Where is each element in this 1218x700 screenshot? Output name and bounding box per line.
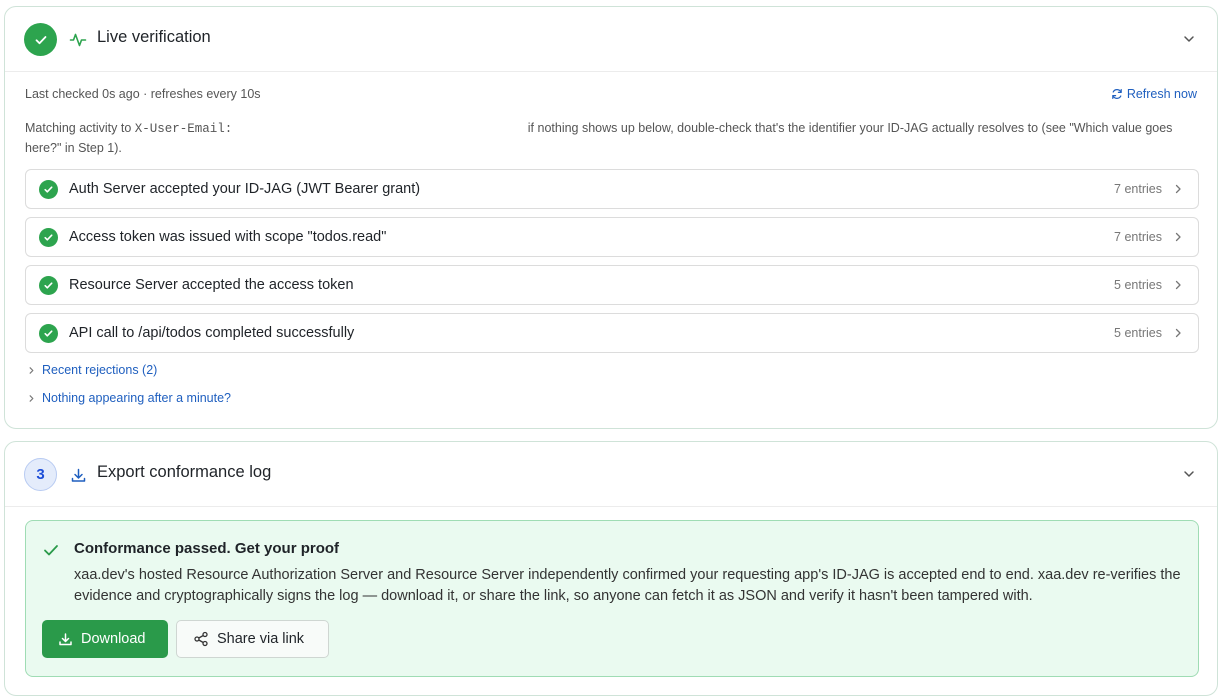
chevron-right-icon — [1175, 280, 1181, 290]
check-label: Access token was issued with scope "todo… — [69, 229, 387, 245]
nothing-appearing-label: Nothing appearing after a minute? — [42, 391, 232, 405]
share-icon — [194, 631, 208, 647]
matching-activity-text: Matching activity to X-User-Email: if no… — [25, 119, 1199, 158]
refresh-now-link[interactable]: Refresh now — [1111, 87, 1197, 101]
check-icon — [35, 35, 46, 44]
chevron-right-icon — [1175, 232, 1181, 242]
entry-count: 5 entries — [1114, 326, 1162, 340]
chevron-down-icon[interactable] — [1181, 466, 1197, 482]
success-check-icon — [39, 228, 58, 247]
check-row-resource-server[interactable]: Resource Server accepted the access toke… — [25, 265, 1199, 305]
download-icon — [68, 465, 88, 485]
refresh-now-label: Refresh now — [1126, 87, 1197, 101]
conformance-passed-title: Conformance passed. Get your proof — [74, 540, 340, 557]
chevron-right-icon — [29, 366, 34, 374]
export-conformance-card: 3 Export conformance log Conformance pas… — [4, 441, 1218, 696]
check-label: API call to /api/todos completed success… — [69, 325, 355, 341]
export-conformance-header[interactable]: 3 Export conformance log — [5, 442, 1217, 507]
live-verification-title: Live verification — [97, 28, 211, 46]
check-row-access-token[interactable]: Access token was issued with scope "todo… — [25, 217, 1199, 257]
success-check-icon — [39, 276, 58, 295]
download-button[interactable]: Download — [42, 620, 168, 658]
share-via-link-button[interactable]: Share via link — [176, 620, 329, 658]
check-label: Auth Server accepted your ID-JAG (JWT Be… — [69, 181, 421, 197]
entry-count: 5 entries — [1114, 278, 1162, 292]
check-row-api-call[interactable]: API call to /api/todos completed success… — [25, 313, 1199, 353]
check-row-auth-server[interactable]: Auth Server accepted your ID-JAG (JWT Be… — [25, 169, 1199, 209]
chevron-right-icon — [1175, 184, 1181, 194]
entry-count: 7 entries — [1114, 230, 1162, 244]
step-number-badge: 3 — [24, 458, 57, 491]
conformance-passed-panel: Conformance passed. Get your proof xaa.d… — [25, 520, 1199, 677]
check-label: Resource Server accepted the access toke… — [69, 277, 354, 293]
export-conformance-title: Export conformance log — [97, 463, 272, 481]
conformance-passed-description: xaa.dev's hosted Resource Authorization … — [74, 567, 1181, 604]
share-via-link-label: Share via link — [217, 631, 305, 647]
chevron-down-icon[interactable] — [1181, 31, 1197, 47]
entry-count: 7 entries — [1114, 182, 1162, 196]
download-icon — [59, 632, 72, 645]
check-icon — [44, 545, 58, 556]
recent-rejections-toggle[interactable]: Recent rejections (2) — [27, 363, 157, 377]
last-checked-text: Last checked 0s ago · refreshes every 10… — [25, 87, 261, 101]
success-check-icon — [39, 180, 58, 199]
success-check-icon — [39, 324, 58, 343]
nothing-appearing-toggle[interactable]: Nothing appearing after a minute? — [27, 391, 231, 405]
recent-rejections-label: Recent rejections (2) — [42, 363, 158, 377]
matching-prefix: Matching activity to — [25, 121, 135, 135]
chevron-right-icon — [29, 394, 34, 402]
step-complete-badge — [24, 23, 57, 56]
chevron-right-icon — [1175, 328, 1181, 338]
refresh-icon — [1112, 89, 1122, 99]
live-verification-card: Live verification Last checked 0s ago · … — [4, 6, 1218, 429]
live-verification-header[interactable]: Live verification — [5, 7, 1217, 72]
activity-icon — [68, 30, 88, 50]
matching-header-name: X-User-Email: — [134, 122, 233, 136]
download-label: Download — [81, 631, 146, 647]
